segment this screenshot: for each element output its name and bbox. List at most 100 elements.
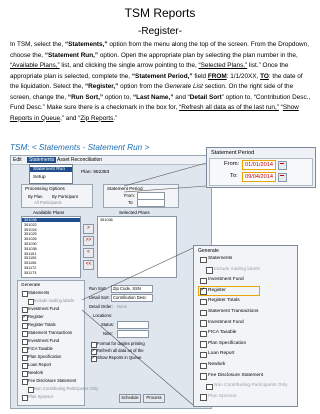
detail-sort-value: Contribution Desc <box>113 295 147 300</box>
status-label: Status: <box>101 322 115 327</box>
zoom-from-date[interactable]: 01/01/2014 <box>242 160 276 170</box>
available-plan-row[interactable]: 351038 <box>24 247 37 251</box>
zoom-generate-checkbox[interactable] <box>200 256 207 263</box>
available-plan-row[interactable]: 351025 <box>24 232 37 236</box>
zoom-period-inner: From: 01/01/2014 To: 09/04/2014 <box>209 158 313 186</box>
duplex-label: Format for duplex printing <box>97 341 145 346</box>
generate-option-label: Include mailing labels <box>34 298 75 303</box>
note-field[interactable] <box>117 330 149 338</box>
zoom-generate-label: Register <box>208 287 226 293</box>
zoom-generate-header: Generate <box>198 248 219 254</box>
detail-sort-label: Detail Sort: <box>89 295 110 300</box>
all-participants-checkbox[interactable]: All Participants <box>34 200 62 205</box>
detail-sort-select[interactable]: Contribution Desc <box>111 294 153 302</box>
statement-period-panel: Statement Period From: To: <box>103 184 179 208</box>
from-label: From: <box>124 193 135 198</box>
detail-order-value[interactable]: None <box>117 304 127 309</box>
available-plans-header: Available Plans <box>33 210 65 215</box>
zoom-generate-checkbox[interactable] <box>200 320 207 327</box>
run-sort-select[interactable]: Zip Code, SSN <box>111 285 153 293</box>
selected-plan-row[interactable]: 351038 <box>100 218 113 222</box>
remove-all-button[interactable]: << <box>83 260 94 270</box>
zoom-generate-checkbox[interactable] <box>200 351 207 359</box>
zoom-generate-checkbox[interactable] <box>206 267 213 274</box>
zoom-to-date[interactable]: 09/04/2014 <box>242 172 276 182</box>
zoom-from-label: From: <box>224 161 240 167</box>
zoom-generate-checkbox[interactable] <box>200 309 207 316</box>
schedule-button[interactable]: Schedule <box>119 394 141 403</box>
zoom-generate-label: FICA Taxable <box>208 330 237 336</box>
document-page: TSM Reports -Register- In TSM, select th… <box>0 0 320 414</box>
zoom-generate-checkbox[interactable] <box>200 298 207 306</box>
status-field[interactable] <box>117 321 149 329</box>
available-plan-row[interactable]: 351151 <box>24 252 36 256</box>
zoom-generate-label: Plan Specification <box>208 340 247 346</box>
available-plan-row[interactable]: 351156 <box>24 261 36 265</box>
generate-option-label: Non Contributing Participants Only <box>34 386 99 391</box>
zoom-generate-checkbox[interactable] <box>206 383 213 391</box>
selected-plans-list[interactable]: 351038 <box>97 216 177 278</box>
generate-option-label: Plan Specification <box>28 354 62 359</box>
generate-option-label: Investment Fund <box>28 306 60 311</box>
zoom-generate-checkbox[interactable] <box>200 362 207 369</box>
statement-period-zoom: Statement Period From: 01/01/2014 To: 09… <box>206 147 316 188</box>
detail-order-label: Detail Order: <box>89 304 113 309</box>
plan-label: Plan: 982383 <box>81 170 110 175</box>
generate-option-label: Plan Sponsor <box>28 394 54 399</box>
add-one-button[interactable]: > <box>83 224 94 234</box>
generate-option-label: Loan Report <box>28 362 52 367</box>
menu-edit[interactable]: Edit <box>13 157 22 163</box>
dropdown-setup[interactable]: Setup <box>33 175 46 180</box>
generate-option-label: Register Totals <box>28 322 56 327</box>
to-calendar-icon[interactable] <box>278 173 287 182</box>
menu-asset-reconciliation[interactable]: Asset Reconciliation <box>57 157 102 163</box>
selected-plans-header: Selected Plans <box>119 210 150 215</box>
to-label: To: <box>128 200 134 205</box>
zoom-generate-label: Loan Report <box>208 351 235 357</box>
zoom-period-header: Statement Period <box>211 150 255 156</box>
remove-one-button[interactable]: < <box>83 248 94 258</box>
generate-option-label: Investment Fund <box>28 338 60 343</box>
zoom-generate-label: Register Totals <box>208 298 240 304</box>
run-sort-label: Run Sort: <box>89 286 107 291</box>
available-plan-row[interactable]: 351155 <box>24 256 36 260</box>
zoom-generate-checkbox[interactable] <box>200 341 207 348</box>
dropdown-statement-run[interactable]: Statement Run <box>30 167 72 172</box>
tsm-screenshot: Edit Statements Asset Reconciliation Sta… <box>10 155 212 409</box>
add-all-button[interactable]: >> <box>83 236 94 246</box>
zoom-generate-label: Fee Disclosure Statement <box>208 372 264 378</box>
to-date-field[interactable] <box>137 199 165 207</box>
zoom-generate-label: Investment Fund <box>208 319 244 325</box>
available-plan-row[interactable]: 351026 <box>24 237 37 241</box>
generate-header: Generate <box>21 282 41 287</box>
processing-options-panel: Processing Options By Plan By Participan… <box>21 184 93 208</box>
available-plan-row[interactable]: 351173 <box>24 271 36 275</box>
from-calendar-icon[interactable] <box>278 161 287 170</box>
zoom-generate-checkbox[interactable] <box>200 330 207 338</box>
generate-option-label: Statement Transactions <box>28 330 72 335</box>
zoom-generate-label: Newlork <box>208 362 226 367</box>
available-plan-row[interactable]: 351030 <box>24 242 37 246</box>
document-title: TSM Reports <box>124 6 196 20</box>
generate-option-label: Statements <box>28 290 50 295</box>
available-plan-row[interactable]: 351022 <box>24 223 37 227</box>
available-plans-list[interactable]: 351038 351022 351024 351025 351026 351030 3510… <box>21 216 81 278</box>
zoom-generate-checkbox[interactable] <box>200 394 207 401</box>
document-subtitle: -Register- <box>138 26 182 37</box>
available-plan-row[interactable]: 351024 <box>24 228 37 232</box>
generate-panel: Generate Statements Include mailing label… <box>17 280 98 406</box>
note-label: Note: <box>103 331 114 336</box>
zoom-generate-checkbox[interactable] <box>200 277 207 285</box>
available-plan-row[interactable]: 351038 <box>22 218 80 222</box>
available-plan-row[interactable]: 351172 <box>24 266 36 270</box>
generate-option-label: FICA Taxable <box>28 346 53 351</box>
zoom-generate-checkbox[interactable] <box>200 373 207 380</box>
by-plan-radio[interactable]: By Plan <box>28 194 42 199</box>
zoom-generate-checkbox[interactable] <box>200 287 207 295</box>
processing-options-header: Processing Options <box>25 186 65 191</box>
zoom-generate-label: Statement Transactions <box>208 309 259 314</box>
zoom-generate-label: Non Contributing Participants Only <box>214 383 288 389</box>
process-button[interactable]: Process <box>143 394 165 403</box>
menu-statements[interactable]: Statements <box>27 157 57 163</box>
by-participant-radio[interactable]: By Participant <box>52 194 78 199</box>
